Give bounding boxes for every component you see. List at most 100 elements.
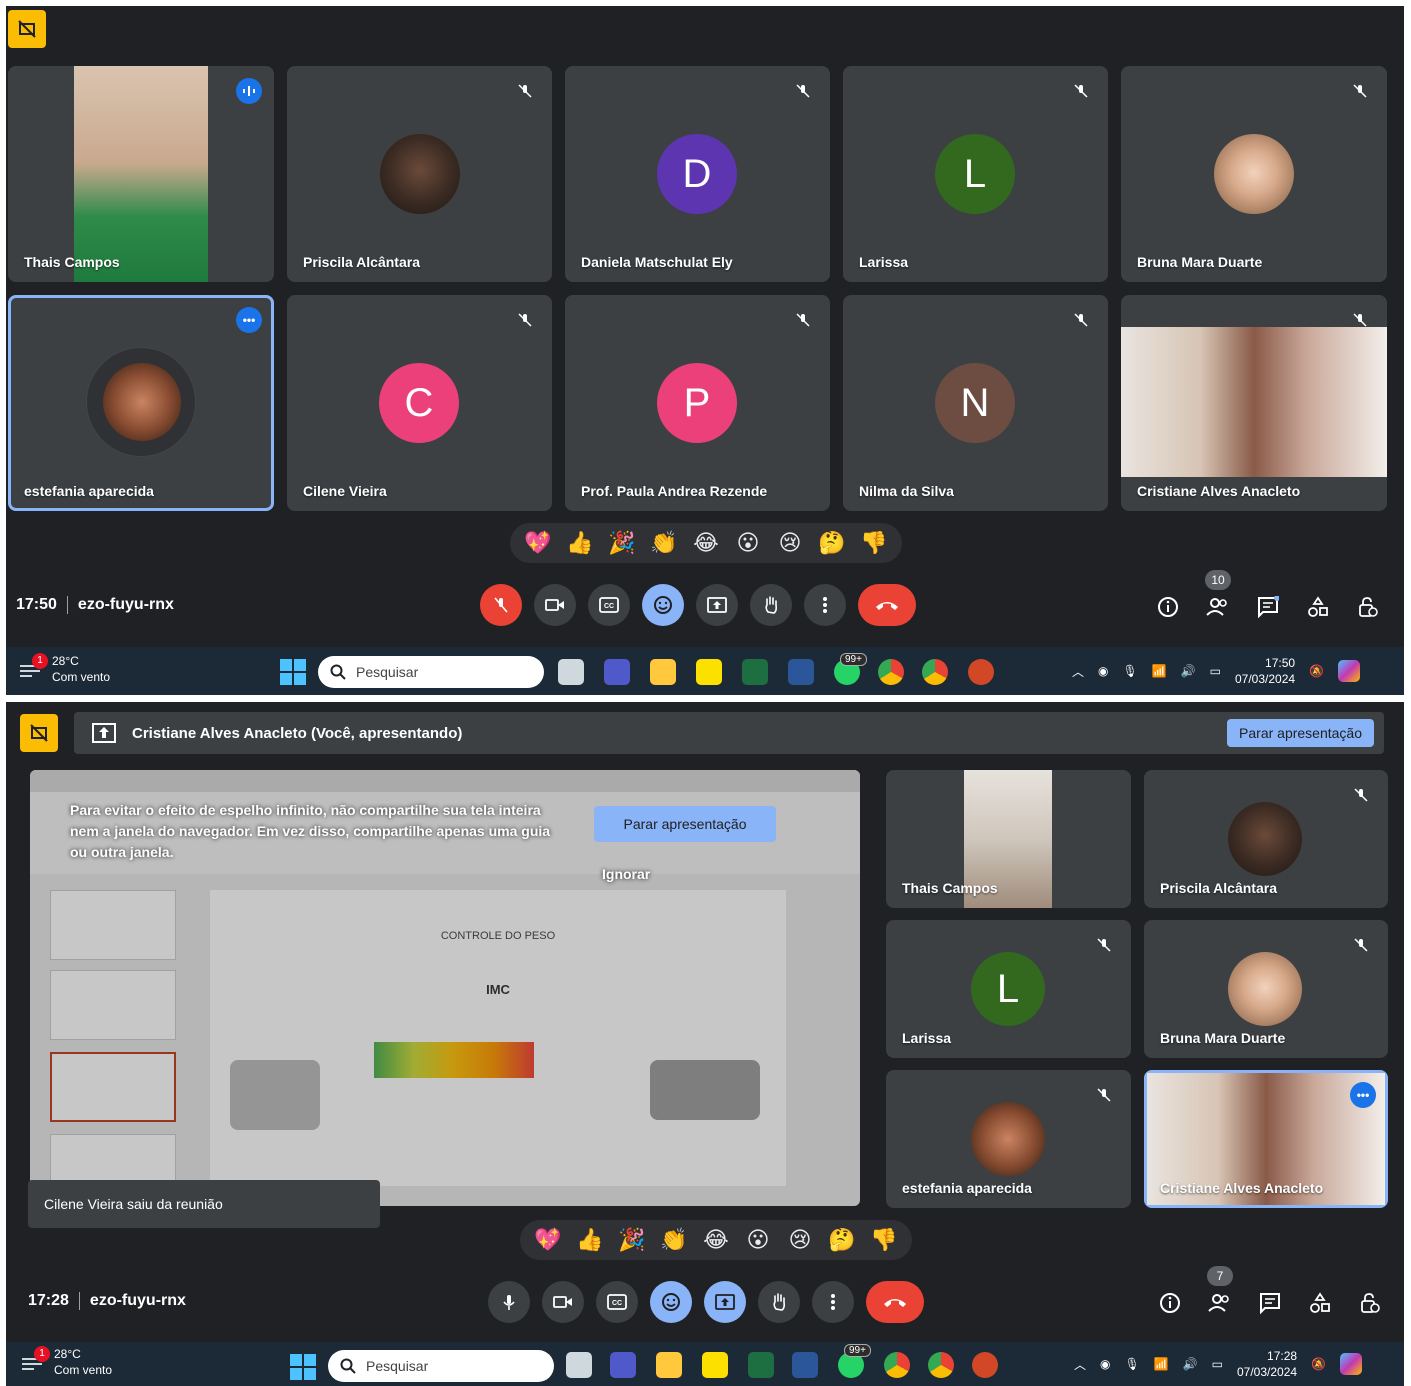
people-button[interactable]: 10 [1205,570,1231,620]
meeting-details-button[interactable] [1155,594,1181,620]
people-button[interactable]: 7 [1207,1266,1233,1316]
copilot-icon[interactable] [1338,660,1360,682]
wifi-icon[interactable]: 📶 [1152,664,1167,678]
file-explorer-icon[interactable] [656,1352,682,1378]
word-icon[interactable] [788,659,814,685]
participant-tile[interactable]: Bruna Mara Duarte [1121,66,1387,282]
participant-tile[interactable]: D Daniela Matschulat Ely [565,66,830,282]
copilot-icon[interactable] [1340,1353,1362,1375]
leave-call-button[interactable] [858,584,916,626]
network-icon[interactable]: ◉ [1098,664,1108,678]
reaction-party[interactable]: 🎉 [604,530,640,556]
microphone-icon[interactable]: 🎙 [1125,1357,1140,1371]
task-view-icon[interactable] [566,1352,592,1378]
excel-icon[interactable] [748,1352,774,1378]
chat-button[interactable] [1255,594,1281,620]
chevron-up-icon[interactable]: ︿ [1072,663,1084,680]
stop-presenting-button[interactable]: Parar apresentação [1227,719,1374,747]
raise-hand-button[interactable] [750,584,792,626]
host-controls-button[interactable] [1357,1290,1383,1316]
participant-tile[interactable]: Priscila Alcântara [1144,770,1388,908]
participant-tile[interactable]: estefania aparecida [886,1070,1131,1208]
participant-tile[interactable]: Priscila Alcântara [287,66,552,282]
teams-icon[interactable] [610,1352,636,1378]
reaction-cry[interactable]: 😢 [782,1227,818,1253]
reaction-thumbs-down[interactable]: 👎 [866,1227,902,1253]
task-view-icon[interactable] [558,659,584,685]
network-icon[interactable]: ◉ [1100,1357,1110,1371]
chevron-up-icon[interactable]: ︿ [1074,1356,1086,1373]
system-clock[interactable]: 17:28 07/03/2024 [1237,1348,1297,1380]
participant-tile[interactable]: P Prof. Paula Andrea Rezende [565,295,830,511]
mic-toggle-button[interactable] [480,584,522,626]
participant-tile[interactable]: Cristiane Alves Anacleto [1121,295,1387,511]
captions-button[interactable]: CC [588,584,630,626]
notifications-icon[interactable]: 🔕 [1311,1357,1326,1371]
participant-tile[interactable]: Thais Campos [8,66,274,282]
battery-icon[interactable]: ▭ [1210,664,1221,678]
mirror-stop-presenting-button[interactable]: Parar apresentação [594,806,776,842]
powerpoint-icon[interactable] [972,1352,998,1378]
windows-start-icon[interactable] [290,1354,316,1380]
taskbar-search-box[interactable]: Pesquisar [328,1350,554,1382]
reaction-sparkling-heart[interactable]: 💖 [530,1227,566,1253]
camera-toggle-button[interactable] [542,1281,584,1323]
raise-hand-button[interactable] [758,1281,800,1323]
reaction-cry[interactable]: 😢 [772,530,808,556]
chrome-icon[interactable] [878,659,904,685]
more-options-icon[interactable]: ••• [1350,1082,1376,1108]
powerpoint-icon[interactable] [968,659,994,685]
reaction-thinking[interactable]: 🤔 [824,1227,860,1253]
reaction-surprised[interactable]: 😮 [740,1227,776,1253]
camera-toggle-button[interactable] [534,584,576,626]
reaction-thinking[interactable]: 🤔 [814,530,850,556]
word-icon[interactable] [792,1352,818,1378]
more-options-button[interactable] [812,1281,854,1323]
volume-icon[interactable]: 🔊 [1183,1357,1198,1371]
participant-tile[interactable]: ••• estefania aparecida [8,295,274,511]
ignore-warning-button[interactable]: Ignorar [602,866,650,882]
microphone-icon[interactable]: 🎙 [1123,664,1138,678]
emoji-reactions-button[interactable] [642,584,684,626]
sticky-notes-icon[interactable] [702,1352,728,1378]
emoji-reactions-button[interactable] [650,1281,692,1323]
notifications-icon[interactable]: 🔕 [1309,664,1324,678]
weather-widget[interactable]: 1 28°C Com vento [18,653,110,685]
present-screen-button[interactable] [704,1281,746,1323]
participant-tile[interactable]: Bruna Mara Duarte [1144,920,1388,1058]
participant-tile[interactable]: L Larissa [843,66,1108,282]
participant-tile[interactable]: ••• Cristiane Alves Anacleto [1144,1070,1388,1208]
windows-start-icon[interactable] [280,659,306,685]
participant-tile[interactable]: C Cilene Vieira [287,295,552,511]
activities-button[interactable] [1307,1290,1333,1316]
reaction-thumbs-up[interactable]: 👍 [572,1227,608,1253]
participant-tile[interactable]: L Larissa [886,920,1131,1058]
chrome-profile-icon[interactable] [922,659,948,685]
reaction-clap[interactable]: 👏 [646,530,682,556]
reaction-surprised[interactable]: 😮 [730,530,766,556]
reaction-joy[interactable]: 😂 [698,1227,734,1253]
meeting-details-button[interactable] [1157,1290,1183,1316]
reaction-sparkling-heart[interactable]: 💖 [520,530,556,556]
captions-button[interactable]: CC [596,1281,638,1323]
participant-tile[interactable]: Thais Campos [886,770,1131,908]
more-options-button[interactable] [804,584,846,626]
participant-tile[interactable]: N Nilma da Silva [843,295,1108,511]
weather-widget[interactable]: 1 28°C Com vento [20,1346,112,1378]
more-options-icon[interactable]: ••• [236,307,262,333]
reaction-joy[interactable]: 😂 [688,530,724,556]
reaction-thumbs-up[interactable]: 👍 [562,530,598,556]
system-clock[interactable]: 17:50 07/03/2024 [1235,655,1295,687]
file-explorer-icon[interactable] [650,659,676,685]
mic-toggle-button[interactable] [488,1281,530,1323]
chat-button[interactable] [1257,1290,1283,1316]
leave-call-button[interactable] [866,1281,924,1323]
chrome-profile-icon[interactable] [928,1352,954,1378]
present-screen-button[interactable] [696,584,738,626]
activities-button[interactable] [1305,594,1331,620]
reaction-clap[interactable]: 👏 [656,1227,692,1253]
battery-icon[interactable]: ▭ [1212,1357,1223,1371]
excel-icon[interactable] [742,659,768,685]
taskbar-search-box[interactable]: Pesquisar [318,656,544,688]
sticky-notes-icon[interactable] [696,659,722,685]
